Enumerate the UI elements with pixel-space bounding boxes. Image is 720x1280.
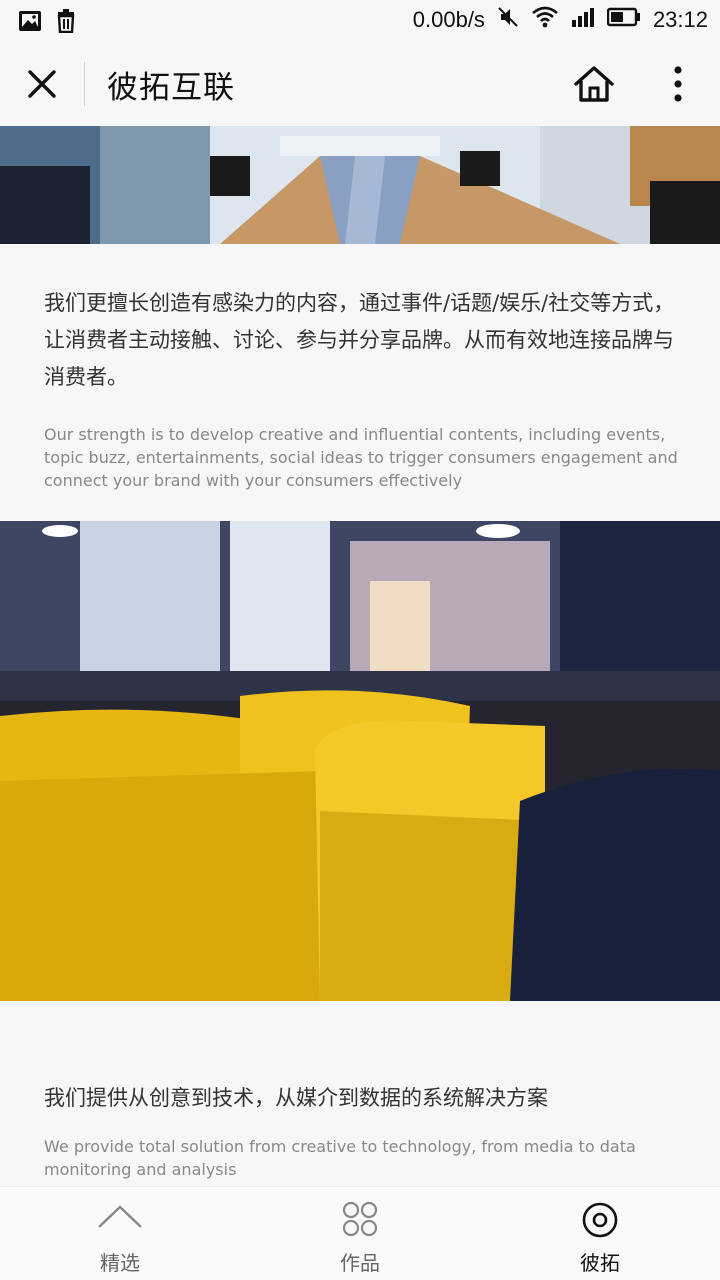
close-icon: [28, 70, 56, 98]
nav-label-bituo: 彼拓: [580, 1251, 620, 1275]
nav-item-bituo[interactable]: 彼拓: [480, 1187, 720, 1280]
close-button[interactable]: [22, 64, 62, 104]
title-divider: [84, 62, 85, 106]
trash-icon: [56, 9, 76, 37]
nav-item-works[interactable]: 作品: [240, 1187, 480, 1280]
home-icon: [574, 66, 614, 102]
yellow-sofa-photo: [0, 521, 720, 1001]
nav-label-featured: 精选: [100, 1251, 140, 1275]
image-icon: [18, 10, 42, 36]
chevron-up-icon: [96, 1201, 144, 1235]
more-vertical-icon: [674, 66, 682, 102]
title-bar: 彼拓互联: [0, 42, 720, 126]
nav-label-works: 作品: [340, 1251, 380, 1275]
status-bar: 0.00b/s 23:12: [0, 0, 720, 42]
nav-item-featured[interactable]: 精选: [0, 1187, 240, 1280]
clock: 23:12: [652, 7, 708, 32]
more-button[interactable]: [660, 62, 696, 106]
mute-icon: [497, 6, 519, 34]
section-1-chinese: 我们更擅长创造有感染力的内容，通过事件/话题/娱乐/社交等方式，让消费者主动接触…: [44, 291, 675, 389]
home-button[interactable]: [572, 64, 616, 104]
section-1-english: Our strength is to develop creative and …: [44, 425, 678, 490]
grid-circles-icon: [342, 1201, 378, 1241]
section-2-chinese: 我们提供从创意到技术，从媒介到数据的系统解决方案: [44, 1086, 548, 1110]
wifi-icon: [531, 6, 559, 34]
page-title: 彼拓互联: [107, 70, 235, 106]
bottom-navigation: 精选 作品 彼拓: [0, 1186, 720, 1280]
network-speed: 0.00b/s: [412, 7, 485, 32]
section-2-english: We provide total solution from creative …: [44, 1137, 636, 1179]
battery-icon: [606, 7, 641, 33]
target-circle-icon: [581, 1201, 619, 1243]
signal-icon: [571, 7, 595, 33]
conference-room-photo: [0, 126, 720, 244]
